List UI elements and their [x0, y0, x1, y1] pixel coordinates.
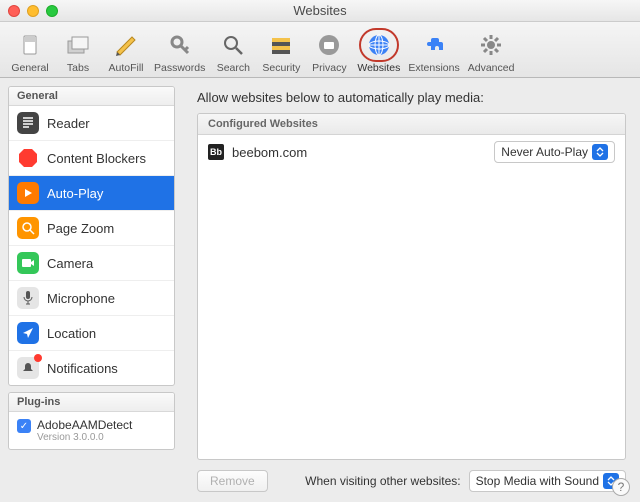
dropdown-value: Never Auto-Play — [501, 145, 588, 159]
preferences-toolbar: General Tabs AutoFill Passwords Search S… — [0, 22, 640, 78]
sidebar-label: Page Zoom — [47, 221, 114, 236]
titlebar: Websites — [0, 0, 640, 22]
sidebar-item-notifications[interactable]: Notifications — [9, 351, 174, 385]
sidebar-item-camera[interactable]: Camera — [9, 246, 174, 281]
sidebar-item-microphone[interactable]: Microphone — [9, 281, 174, 316]
sidebar: General Reader Content Blockers Auto-Pla… — [0, 78, 183, 502]
sidebar-label: Camera — [47, 256, 93, 271]
plugin-checkbox[interactable]: ✓ — [17, 419, 31, 433]
privacy-icon — [315, 31, 343, 59]
remove-button[interactable]: Remove — [197, 470, 268, 492]
main-pane: Allow websites below to automatically pl… — [183, 78, 640, 502]
help-button[interactable]: ? — [612, 478, 630, 496]
sidebar-label: Notifications — [47, 361, 118, 376]
panel-header: Plug-ins — [9, 393, 174, 412]
websites-icon — [365, 31, 393, 59]
sidebar-item-page-zoom[interactable]: Page Zoom — [9, 211, 174, 246]
chevron-updown-icon — [592, 144, 608, 160]
site-favicon: Bb — [208, 144, 224, 160]
page-zoom-icon — [17, 217, 39, 239]
plugin-item[interactable]: ✓ AdobeAAMDetect Version 3.0.0.0 — [9, 412, 174, 449]
dropdown-value: Stop Media with Sound — [476, 474, 599, 488]
tabs-icon — [64, 31, 92, 59]
main-heading: Allow websites below to automatically pl… — [197, 90, 626, 105]
website-row[interactable]: Bb beebom.com Never Auto-Play — [198, 135, 625, 169]
toolbar-autofill[interactable]: AutoFill — [102, 26, 150, 76]
toolbar-search[interactable]: Search — [209, 26, 257, 76]
toolbar-passwords[interactable]: Passwords — [150, 26, 209, 76]
toolbar-advanced[interactable]: Advanced — [464, 26, 519, 76]
security-icon — [267, 31, 295, 59]
general-icon — [16, 31, 44, 59]
toolbar-extensions[interactable]: Extensions — [404, 26, 463, 76]
sidebar-label: Auto-Play — [47, 186, 103, 201]
toolbar-general[interactable]: General — [6, 26, 54, 76]
content-blockers-icon — [17, 147, 39, 169]
bottom-row: Remove When visiting other websites: Sto… — [197, 460, 626, 492]
sidebar-item-content-blockers[interactable]: Content Blockers — [9, 141, 174, 176]
location-icon — [17, 322, 39, 344]
configured-header: Configured Websites — [198, 114, 625, 135]
sidebar-item-reader[interactable]: Reader — [9, 106, 174, 141]
reader-icon — [17, 112, 39, 134]
policy-dropdown[interactable]: Never Auto-Play — [494, 141, 615, 163]
microphone-icon — [17, 287, 39, 309]
site-domain: beebom.com — [232, 145, 486, 160]
panel-header: General — [9, 87, 174, 106]
other-websites-dropdown[interactable]: Stop Media with Sound — [469, 470, 626, 492]
sidebar-label: Content Blockers — [47, 151, 146, 166]
sidebar-plugins-panel: Plug-ins ✓ AdobeAAMDetect Version 3.0.0.… — [8, 392, 175, 450]
advanced-icon — [477, 31, 505, 59]
toolbar-privacy[interactable]: Privacy — [305, 26, 353, 76]
sidebar-general-panel: General Reader Content Blockers Auto-Pla… — [8, 86, 175, 386]
plugin-version: Version 3.0.0.0 — [37, 432, 132, 443]
toolbar-websites[interactable]: Websites — [353, 26, 404, 76]
auto-play-icon — [17, 182, 39, 204]
extensions-icon — [420, 31, 448, 59]
autofill-icon — [112, 31, 140, 59]
sidebar-label: Reader — [47, 116, 90, 131]
toolbar-tabs[interactable]: Tabs — [54, 26, 102, 76]
notifications-icon — [17, 357, 39, 379]
toolbar-security[interactable]: Security — [257, 26, 305, 76]
camera-icon — [17, 252, 39, 274]
sidebar-label: Location — [47, 326, 96, 341]
passwords-icon — [166, 31, 194, 59]
sidebar-item-auto-play[interactable]: Auto-Play — [9, 176, 174, 211]
sidebar-label: Microphone — [47, 291, 115, 306]
plugin-name: AdobeAAMDetect — [37, 418, 132, 432]
window-title: Websites — [0, 3, 640, 18]
configured-websites-box: Configured Websites Bb beebom.com Never … — [197, 113, 626, 460]
other-websites-label: When visiting other websites: — [305, 474, 460, 488]
sidebar-item-location[interactable]: Location — [9, 316, 174, 351]
search-icon — [219, 31, 247, 59]
